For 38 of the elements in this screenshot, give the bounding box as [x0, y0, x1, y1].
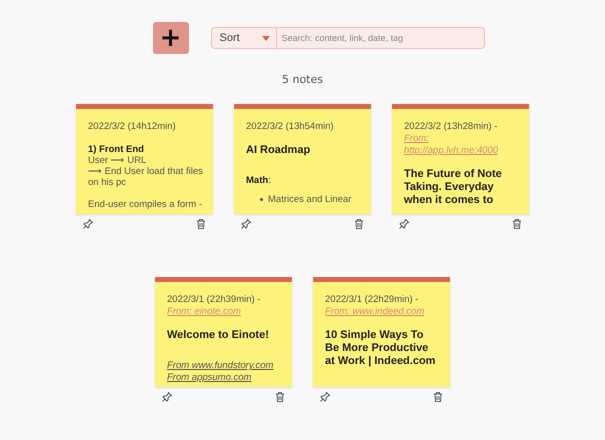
- note-count: 5 notes: [282, 73, 323, 86]
- list-item: Matrices and Linear: [268, 194, 352, 205]
- pin-icon[interactable]: [319, 391, 331, 403]
- bullet-icon: [260, 198, 263, 201]
- sticky-note[interactable]: 2022/3/1 (22h39min) - From: einote.com Welcome to Einote! From www.fundstory.com From appsumo.com: [155, 277, 292, 387]
- note-date: 2022/3/2 (14h12min): [88, 121, 177, 133]
- pin-icon[interactable]: [161, 391, 173, 403]
- trash-icon[interactable]: [432, 391, 444, 403]
- note-title: The Future of Note Taking. Everyday when it comes to: [404, 168, 503, 207]
- note-text: ⟶ End User load that files on his pc: [88, 166, 203, 188]
- trash-icon[interactable]: [195, 218, 207, 230]
- note-heading: 1) Front End: [88, 144, 145, 155]
- note-link[interactable]: From www.fundstory.com: [167, 360, 282, 372]
- note-title: 10 Simple Ways To Be More Productive at Work | Indeed.com: [325, 329, 436, 368]
- trash-icon[interactable]: [511, 218, 523, 230]
- pin-icon[interactable]: [398, 218, 410, 230]
- add-button[interactable]: +: [152, 22, 188, 54]
- caret-icon: [262, 36, 270, 40]
- trash-icon[interactable]: [353, 218, 365, 230]
- sticky-note[interactable]: 2022/3/2 (13h28min) - From: http://app.lvh.me:4000 The Future of Note Taking. Everyday when it comes to: [392, 104, 529, 214]
- note-date: 2022/3/2 (13h28min) -: [404, 121, 498, 133]
- note-link[interactable]: From appsumo.com: [167, 372, 282, 384]
- note-label: Math:: [246, 175, 272, 186]
- sort-dropdown[interactable]: Sort: [210, 27, 276, 49]
- pin-icon[interactable]: [82, 218, 94, 230]
- trash-icon[interactable]: [274, 391, 286, 403]
- note-title: Welcome to Einote!: [167, 329, 270, 342]
- pin-icon[interactable]: [240, 218, 252, 230]
- note-text: End-user compiles a form -: [88, 199, 203, 210]
- note-date: 2022/3/1 (22h29min) -: [325, 294, 420, 306]
- note-date: 2022/3/2 (13h54min): [246, 121, 335, 133]
- note-text: User ⟶ URL: [88, 155, 148, 166]
- search-field[interactable]: Search: content, link, date, tag: [276, 27, 484, 49]
- sticky-note[interactable]: 2022/3/2 (13h54min) AI Roadmap Math: Matrices and Linear: [234, 104, 371, 214]
- note-title: AI Roadmap: [246, 144, 312, 157]
- sticky-note[interactable]: 2022/3/2 (14h12min) 1) Front End User ⟶ URL ⟶ End User load that files on his pc End-user compiles a form -: [76, 104, 213, 214]
- note-date: 2022/3/1 (22h39min) -: [167, 294, 262, 306]
- sticky-note[interactable]: 2022/3/1 (22h29min) - From: www.indeed.com 10 Simple Ways To Be More Productive at Work | Indeed.com: [313, 277, 450, 387]
